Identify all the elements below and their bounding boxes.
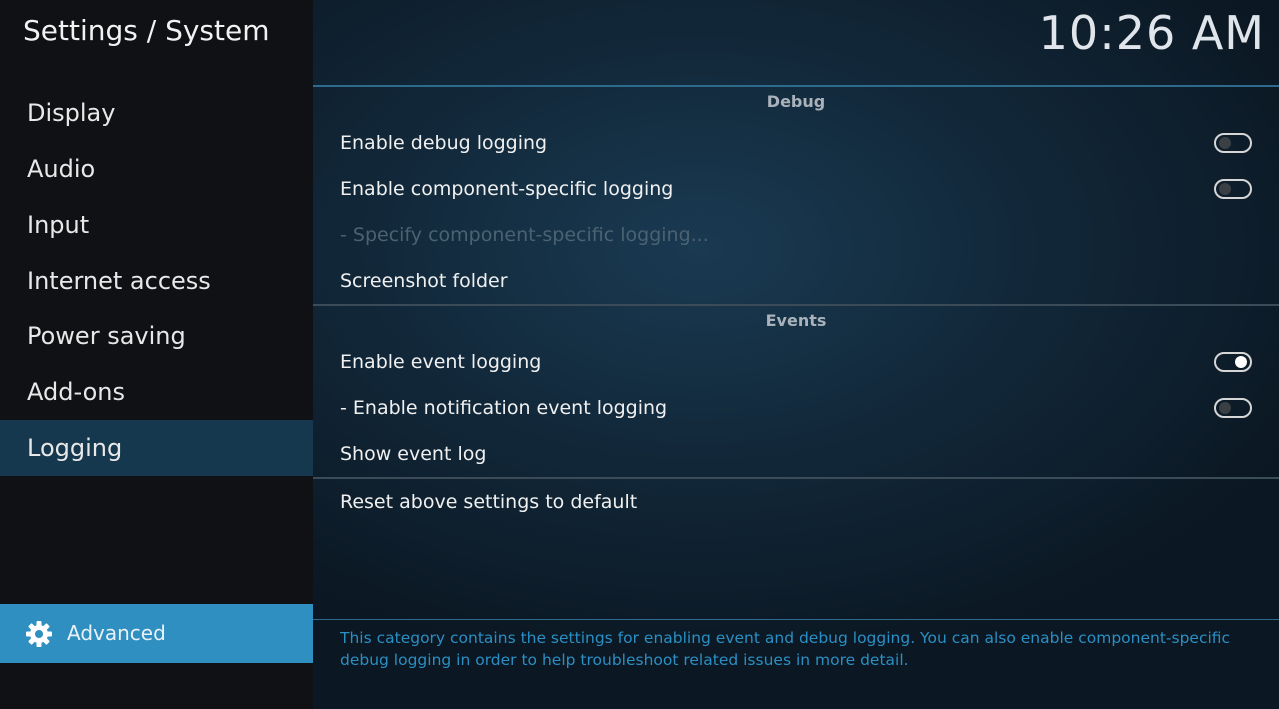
sidebar-item-label: Add-ons xyxy=(27,378,125,406)
toggle-knob xyxy=(1219,137,1231,149)
sidebar-item-input[interactable]: Input xyxy=(0,197,313,253)
sidebar-item-audio[interactable]: Audio xyxy=(0,141,313,197)
setting-label: Enable component-specific logging xyxy=(340,178,674,200)
settings-panel: 10:26 AM Debug Enable debug logging Enab… xyxy=(313,0,1279,709)
sidebar-item-add-ons[interactable]: Add-ons xyxy=(0,364,313,420)
setting-enable-debug-logging[interactable]: Enable debug logging xyxy=(313,120,1279,166)
toggle-switch-off[interactable] xyxy=(1214,179,1252,199)
toggle-switch-on[interactable] xyxy=(1214,352,1252,372)
sidebar-item-logging[interactable]: Logging xyxy=(0,420,313,476)
page-title: Settings / System xyxy=(23,14,270,47)
toggle-switch-off[interactable] xyxy=(1214,398,1252,418)
section-title-debug: Debug xyxy=(766,92,826,111)
header-divider xyxy=(313,85,1279,87)
setting-enable-component-logging[interactable]: Enable component-specific logging xyxy=(313,166,1279,212)
gear-icon xyxy=(26,621,52,647)
setting-specify-component-logging: - Specify component-specific logging... xyxy=(313,212,1279,258)
toggle-switch-off[interactable] xyxy=(1214,133,1252,153)
reset-settings-button[interactable]: Reset above settings to default xyxy=(313,479,1279,525)
toggle-knob xyxy=(1219,183,1231,195)
sidebar-item-label: Display xyxy=(27,99,116,127)
setting-show-event-log[interactable]: Show event log xyxy=(313,431,1279,477)
sidebar-item-label: Input xyxy=(27,211,90,239)
sidebar-item-display[interactable]: Display xyxy=(0,85,313,141)
toggle-knob xyxy=(1235,356,1247,368)
sidebar-item-label: Power saving xyxy=(27,322,186,350)
setting-label: - Specify component-specific logging... xyxy=(340,224,709,246)
settings-level-button[interactable]: Advanced xyxy=(0,604,313,663)
setting-label: Reset above settings to default xyxy=(340,491,638,513)
setting-label: Screenshot folder xyxy=(340,270,508,292)
setting-label: Show event log xyxy=(340,443,487,465)
section-title-events: Events xyxy=(765,311,827,330)
setting-screenshot-folder[interactable]: Screenshot folder xyxy=(313,258,1279,304)
sidebar-item-label: Audio xyxy=(27,155,96,183)
description-divider xyxy=(313,619,1279,620)
sidebar-item-internet-access[interactable]: Internet access xyxy=(0,253,313,309)
setting-enable-event-logging[interactable]: Enable event logging xyxy=(313,339,1279,385)
setting-label: Enable debug logging xyxy=(340,132,548,154)
setting-label: - Enable notification event logging xyxy=(340,397,668,419)
category-description: This category contains the settings for … xyxy=(340,629,1231,669)
sidebar-item-power-saving[interactable]: Power saving xyxy=(0,308,313,364)
setting-enable-notification-event-logging[interactable]: - Enable notification event logging xyxy=(313,385,1279,431)
sidebar-item-label: Internet access xyxy=(27,267,211,295)
setting-label: Enable event logging xyxy=(340,351,542,373)
sidebar: Settings / System Display Audio Input In… xyxy=(0,0,313,709)
settings-level-label: Advanced xyxy=(67,621,166,645)
clock: 10:26 AM xyxy=(1038,6,1265,60)
toggle-knob xyxy=(1219,402,1231,414)
section-divider xyxy=(313,304,1279,306)
sidebar-item-label: Logging xyxy=(27,434,123,462)
